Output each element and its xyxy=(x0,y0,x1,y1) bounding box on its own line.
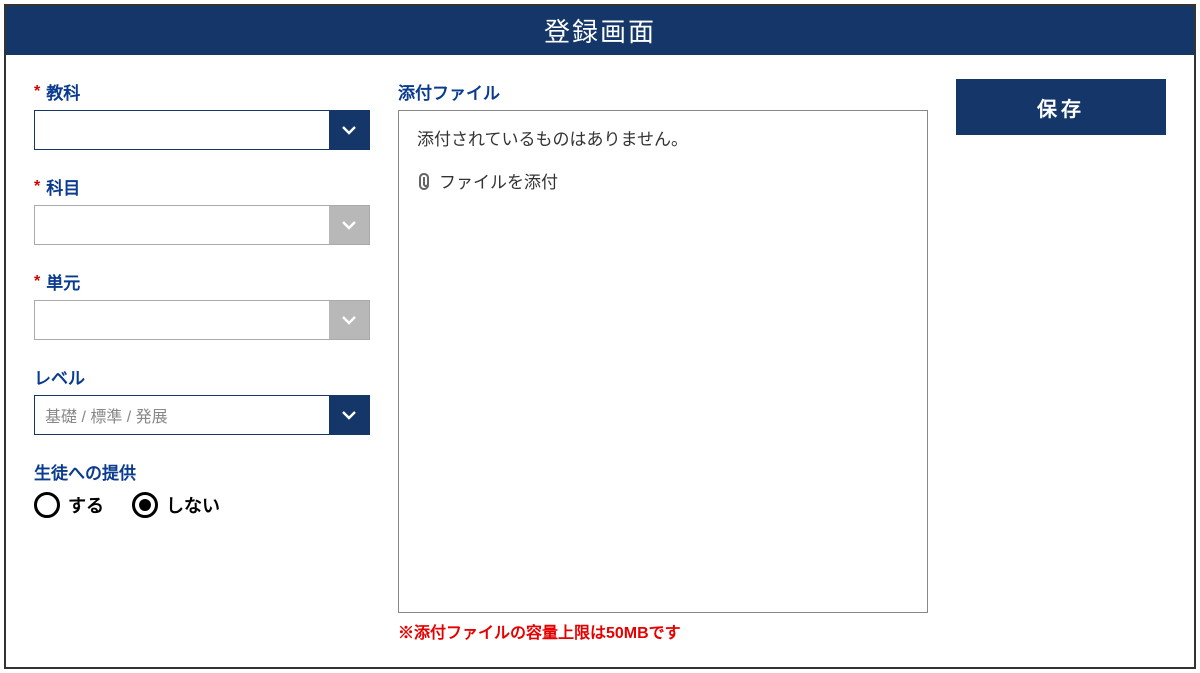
unit-value xyxy=(35,301,329,339)
field-unit: * 単元 xyxy=(34,269,370,340)
field-provision: 生徒への提供 する しない xyxy=(34,459,370,518)
radio-circle xyxy=(132,492,158,518)
form-left-column: * 教科 * 科目 xyxy=(34,79,370,643)
provision-radio-group: する しない xyxy=(34,492,370,518)
unit-label-row: * 単元 xyxy=(34,269,370,294)
course-value xyxy=(35,206,329,244)
required-mark: * xyxy=(34,83,40,101)
course-dropdown-button xyxy=(329,206,369,244)
attach-file-action[interactable]: ファイルを添付 xyxy=(417,168,909,193)
required-mark: * xyxy=(34,178,40,196)
subject-value xyxy=(35,111,329,149)
content: * 教科 * 科目 xyxy=(6,55,1194,667)
title-bar: 登録画面 xyxy=(6,6,1194,55)
level-label-row: レベル xyxy=(34,364,370,389)
subject-select[interactable] xyxy=(34,110,370,150)
attachment-label: 添付ファイル xyxy=(398,79,500,104)
provision-label: 生徒への提供 xyxy=(34,459,136,484)
chevron-down-icon xyxy=(341,122,357,138)
radio-provide-yes[interactable]: する xyxy=(34,492,104,518)
chevron-down-icon xyxy=(341,217,357,233)
paperclip-icon xyxy=(417,172,431,190)
app-window: 登録画面 * 教科 * 科目 xyxy=(4,4,1196,669)
radio-dot xyxy=(139,499,151,511)
field-course: * 科目 xyxy=(34,174,370,245)
course-label: 科目 xyxy=(46,174,80,199)
field-subject: * 教科 xyxy=(34,79,370,150)
chevron-down-icon xyxy=(341,407,357,423)
attachment-box: 添付されているものはありません。 ファイルを添付 xyxy=(398,110,928,613)
radio-circle xyxy=(34,492,60,518)
radio-provide-no[interactable]: しない xyxy=(132,492,220,518)
radio-no-label: しない xyxy=(166,492,220,518)
radio-dot xyxy=(41,499,53,511)
page-title: 登録画面 xyxy=(544,17,656,47)
subject-label: 教科 xyxy=(46,79,80,104)
level-select[interactable]: 基礎 / 標準 / 発展 xyxy=(34,395,370,435)
course-label-row: * 科目 xyxy=(34,174,370,199)
unit-label: 単元 xyxy=(46,269,80,294)
attachment-empty-message: 添付されているものはありません。 xyxy=(417,125,909,150)
subject-dropdown-button[interactable] xyxy=(329,111,369,149)
attachment-column: 添付ファイル 添付されているものはありません。 ファイルを添付 ※添付ファイルの… xyxy=(398,79,928,643)
attach-action-label: ファイルを添付 xyxy=(439,168,558,193)
radio-yes-label: する xyxy=(68,492,104,518)
course-select xyxy=(34,205,370,245)
chevron-down-icon xyxy=(341,312,357,328)
actions-column: 保存 xyxy=(956,79,1166,643)
save-button[interactable]: 保存 xyxy=(956,79,1166,135)
unit-dropdown-button xyxy=(329,301,369,339)
attachment-size-note: ※添付ファイルの容量上限は50MBです xyxy=(398,619,928,643)
required-mark: * xyxy=(34,273,40,291)
provision-label-row: 生徒への提供 xyxy=(34,459,370,484)
unit-select xyxy=(34,300,370,340)
attachment-label-row: 添付ファイル xyxy=(398,79,928,104)
level-placeholder: 基礎 / 標準 / 発展 xyxy=(35,396,329,434)
level-dropdown-button[interactable] xyxy=(329,396,369,434)
level-label: レベル xyxy=(34,364,85,389)
field-level: レベル 基礎 / 標準 / 発展 xyxy=(34,364,370,435)
subject-label-row: * 教科 xyxy=(34,79,370,104)
